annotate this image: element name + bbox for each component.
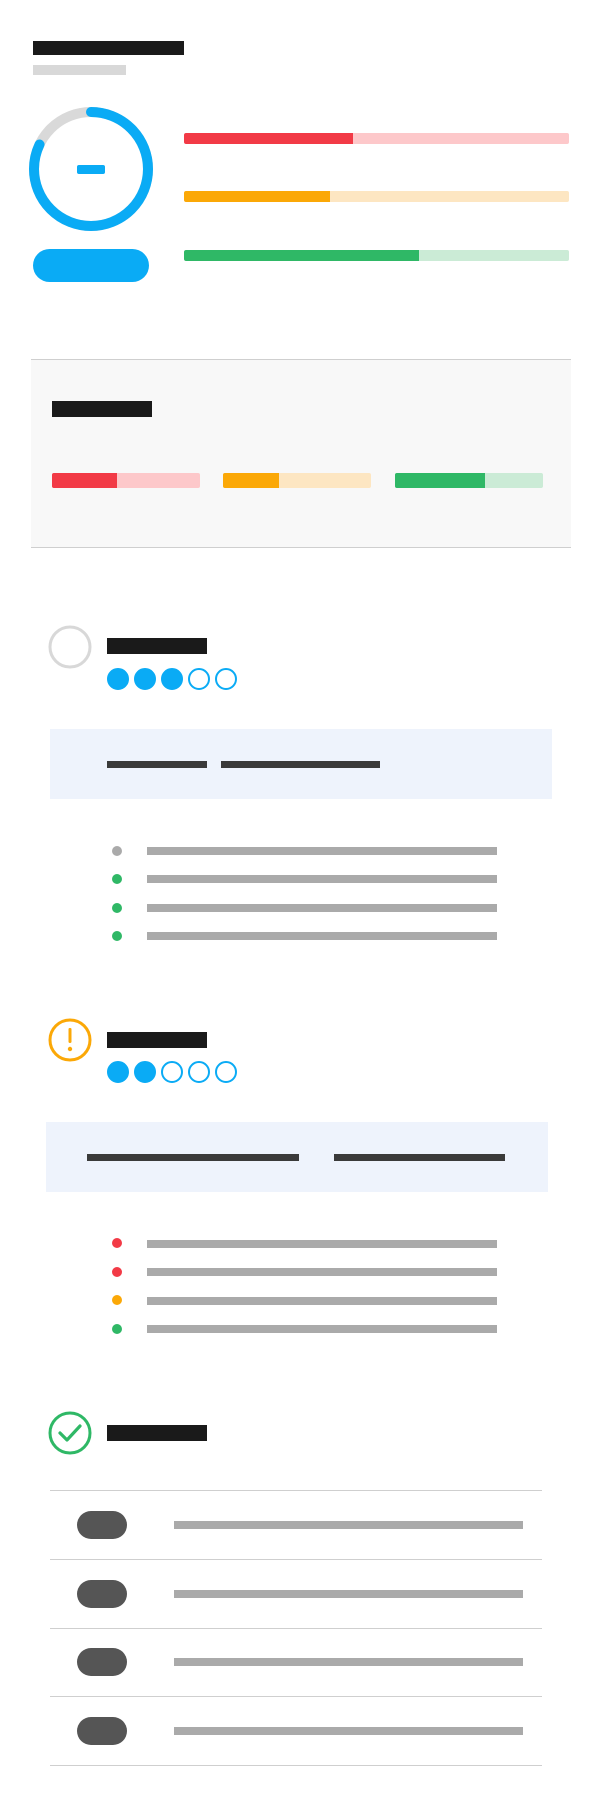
row-1-button[interactable] — [77, 1511, 127, 1539]
row-4-text — [174, 1727, 523, 1735]
item-2-bullet-1 — [147, 1240, 497, 1248]
rating-dot-empty — [161, 1061, 183, 1083]
item-2-info-right — [334, 1154, 505, 1161]
summary-title — [52, 401, 152, 417]
item-2-rating — [107, 1061, 237, 1083]
item-2-bullet-4 — [147, 1325, 497, 1333]
rating-dot-filled — [134, 1061, 156, 1083]
rating-dot-empty — [188, 1061, 210, 1083]
rating-dot-filled — [107, 1061, 129, 1083]
meter-green — [184, 250, 569, 261]
bullet-dot — [112, 846, 122, 856]
page-subtitle — [33, 65, 126, 75]
row-3-button[interactable] — [77, 1648, 127, 1676]
row-4-button[interactable] — [77, 1717, 127, 1745]
row-2-button[interactable] — [77, 1580, 127, 1608]
item-1-title — [107, 638, 207, 654]
row-divider — [50, 1765, 542, 1766]
item-2-bullet-2 — [147, 1268, 497, 1276]
row-1-text — [174, 1521, 523, 1529]
rating-dot-empty — [215, 1061, 237, 1083]
item-3-title — [107, 1425, 207, 1441]
meter-orange — [184, 191, 569, 202]
item-2-bullet-3 — [147, 1297, 497, 1305]
row-divider — [50, 1559, 542, 1560]
item-1-bullet-2 — [147, 875, 497, 883]
row-divider — [50, 1628, 542, 1629]
bullet-dot — [112, 1324, 122, 1334]
summary-meter-orange — [223, 473, 371, 488]
item-2-title — [107, 1032, 207, 1048]
page-title — [33, 41, 184, 55]
bullet-dot — [112, 931, 122, 941]
bullet-dot — [112, 903, 122, 913]
primary-action-button[interactable] — [33, 249, 149, 282]
empty-circle-icon — [48, 625, 92, 669]
item-2-info-left — [87, 1154, 299, 1161]
item-1-info-left — [107, 761, 207, 768]
item-1-bullet-3 — [147, 904, 497, 912]
rating-dot-filled — [107, 668, 129, 690]
item-1-bullet-1 — [147, 847, 497, 855]
rating-dot-empty — [215, 668, 237, 690]
rating-dot-filled — [134, 668, 156, 690]
item-1-bullet-4 — [147, 932, 497, 940]
row-divider — [50, 1490, 542, 1491]
bullet-dot — [112, 1238, 122, 1248]
gauge-value — [77, 165, 105, 174]
bullet-dot — [112, 874, 122, 884]
meter-red — [184, 133, 569, 144]
check-circle-icon — [48, 1411, 92, 1455]
summary-meter-red — [52, 473, 200, 488]
bullet-dot — [112, 1267, 122, 1277]
item-1-rating — [107, 668, 237, 690]
row-2-text — [174, 1590, 523, 1598]
row-3-text — [174, 1658, 523, 1666]
row-divider — [50, 1696, 542, 1697]
summary-meter-green — [395, 473, 543, 488]
rating-dot-empty — [188, 668, 210, 690]
warning-icon — [48, 1018, 92, 1062]
summary-panel — [31, 359, 571, 548]
bullet-dot — [112, 1295, 122, 1305]
item-1-info-right — [221, 761, 380, 768]
rating-dot-filled — [161, 668, 183, 690]
